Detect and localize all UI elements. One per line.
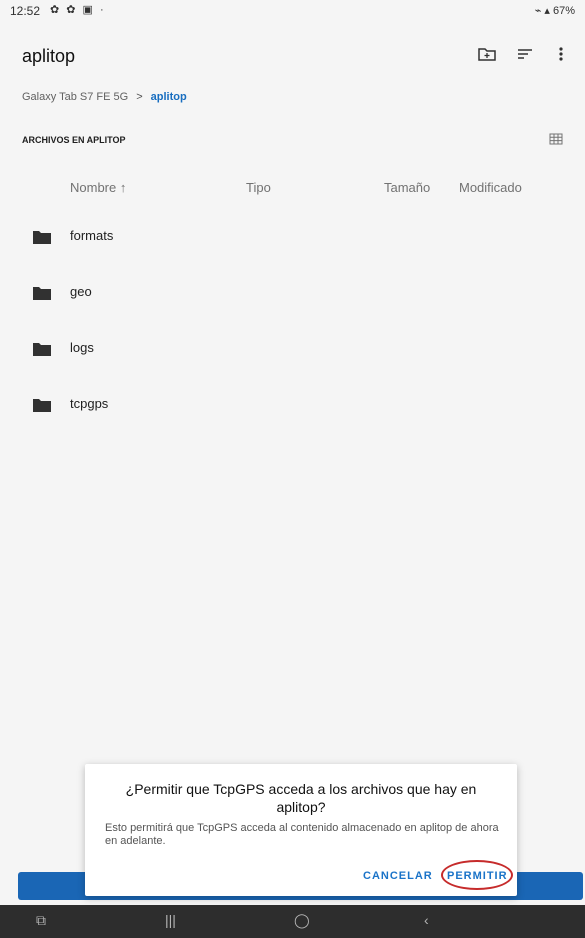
dialog-message: Esto permitirá que TcpGPS acceda al cont…	[105, 822, 499, 847]
file-picker-screen: 12:52 ✿ ✿ ▣ · ⌁ ▴ 67% aplitop Galaxy Tab…	[0, 0, 585, 938]
cancel-button[interactable]: CANCELAR	[363, 870, 433, 882]
dialog-title: ¿Permitir que TcpGPS acceda a los archiv…	[125, 781, 477, 815]
permission-dialog: ¿Permitir que TcpGPS acceda a los archiv…	[85, 764, 517, 896]
highlight-ring	[441, 860, 513, 890]
